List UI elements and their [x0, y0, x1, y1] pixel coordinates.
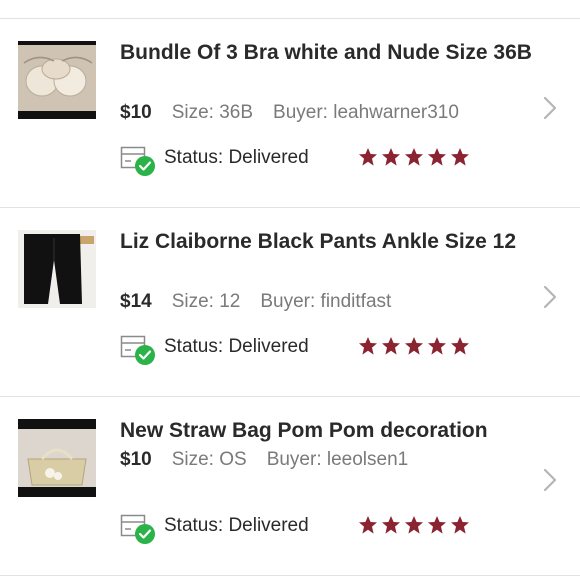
- star-icon: [451, 337, 469, 355]
- star-icon: [428, 337, 446, 355]
- delivered-package-icon: [120, 335, 155, 365]
- product-thumbnail[interactable]: [18, 41, 96, 119]
- star-icon: [405, 148, 423, 166]
- status-value: Delivered: [228, 336, 309, 357]
- star-icon: [382, 337, 400, 355]
- listing-title[interactable]: Liz Claiborne Black Pants Ankle Size 12: [120, 227, 535, 257]
- product-thumbnail[interactable]: [18, 419, 96, 497]
- delivered-package-icon: [120, 146, 155, 176]
- order-row[interactable]: New Straw Bag Pom Pom decoration $10 Size…: [0, 397, 580, 575]
- buyer-label: Buyer: finditfast: [260, 291, 392, 312]
- star-icon: [451, 516, 469, 534]
- order-meta: $10 Size: OS Buyer: leeolsen1: [120, 447, 408, 473]
- chevron-right-icon[interactable]: [542, 95, 558, 121]
- chevron-right-icon[interactable]: [542, 467, 558, 493]
- status-text: Status: Delivered: [164, 147, 309, 168]
- status-value: Delivered: [228, 147, 309, 168]
- star-icon: [428, 148, 446, 166]
- price: $10: [120, 449, 152, 470]
- size-label: Size: OS: [171, 449, 247, 470]
- star-icon: [451, 148, 469, 166]
- product-thumbnail[interactable]: [18, 230, 96, 308]
- size-label: Size: 12: [171, 291, 241, 312]
- star-icon: [359, 148, 377, 166]
- price: $14: [120, 291, 152, 312]
- order-row[interactable]: Bundle Of 3 Bra white and Nude Size 36B …: [0, 19, 580, 207]
- order-meta: $10 Size: 36B Buyer: leahwarner310: [120, 100, 459, 126]
- status-text: Status: Delivered: [164, 515, 309, 536]
- chevron-right-icon[interactable]: [542, 284, 558, 310]
- star-icon: [405, 516, 423, 534]
- buyer-label: Buyer: leeolsen1: [266, 449, 409, 470]
- star-icon: [382, 148, 400, 166]
- price: $10: [120, 102, 152, 123]
- buyer-label: Buyer: leahwarner310: [273, 102, 459, 123]
- order-meta: $14 Size: 12 Buyer: finditfast: [120, 289, 391, 315]
- rating-stars: [358, 336, 470, 356]
- star-icon: [359, 337, 377, 355]
- listing-title[interactable]: Bundle Of 3 Bra white and Nude Size 36B: [120, 38, 535, 68]
- delivered-package-icon: [120, 514, 155, 544]
- size-label: Size: 36B: [171, 102, 254, 123]
- rating-stars: [358, 147, 470, 167]
- status-value: Delivered: [228, 515, 309, 536]
- rating-stars: [358, 515, 470, 535]
- order-row[interactable]: Liz Claiborne Black Pants Ankle Size 12 …: [0, 208, 580, 396]
- star-icon: [359, 516, 377, 534]
- row-divider: [0, 575, 580, 576]
- listing-title[interactable]: New Straw Bag Pom Pom decoration: [120, 416, 535, 446]
- star-icon: [405, 337, 423, 355]
- star-icon: [382, 516, 400, 534]
- star-icon: [428, 516, 446, 534]
- status-text: Status: Delivered: [164, 336, 309, 357]
